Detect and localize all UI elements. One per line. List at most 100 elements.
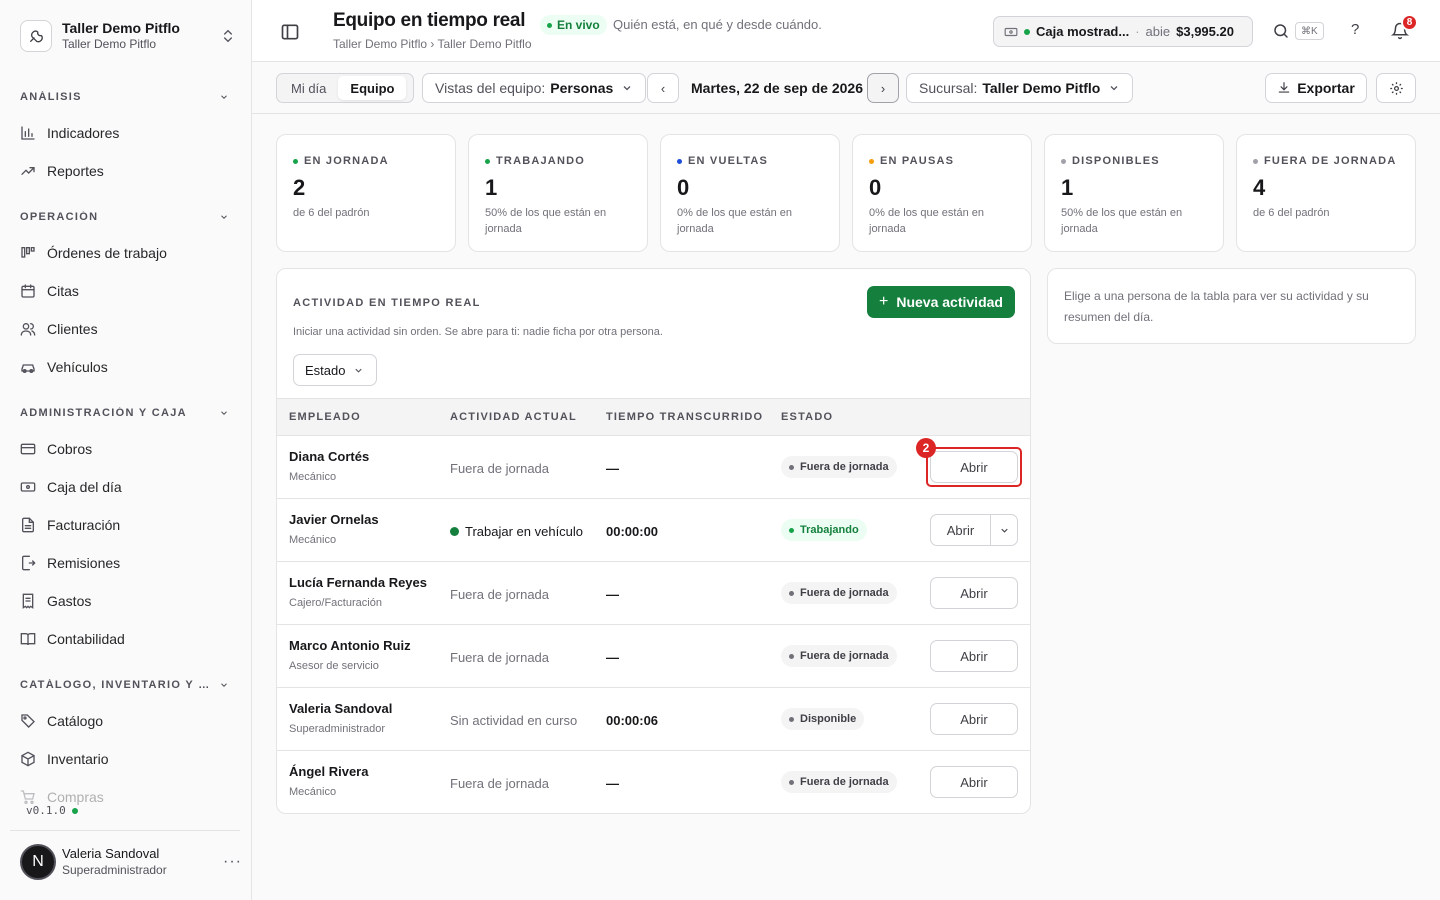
chevron-down-icon [1110, 86, 1118, 91]
employee-role: Mecánico [289, 786, 337, 798]
next-day-button[interactable]: › [867, 73, 899, 103]
detail-empty-text: Elige a una persona de la tabla para ver… [1064, 289, 1369, 324]
sidebar-item-ordenes[interactable]: Órdenes de trabajo [0, 234, 251, 272]
status-dot [869, 158, 874, 164]
chevron-down-icon [355, 368, 363, 373]
nav-section-analisis[interactable]: Análisis [0, 80, 251, 114]
sidebar-toggle-icon[interactable] [280, 22, 300, 42]
sidebar-item-vehiculos[interactable]: Vehículos [0, 348, 251, 386]
elapsed-time: — [606, 776, 619, 791]
table-row[interactable]: Marco Antonio Ruiz Asesor de servicio Fuer… [277, 625, 1030, 688]
sidebar-item-clientes[interactable]: Clientes [0, 310, 251, 348]
employee-name: Marco Antonio Ruiz [289, 638, 411, 653]
current-activity: Fuera de jornada [450, 587, 550, 602]
kanban-icon [21, 247, 35, 258]
sidebar-item-indicadores[interactable]: Indicadores [0, 114, 251, 152]
bar-chart-icon [21, 126, 35, 140]
page-header: Equipo en tiempo real En vivo Quién está… [252, 0, 1440, 62]
open-button[interactable]: Abrir [930, 766, 1018, 798]
gear-icon [1389, 81, 1403, 95]
table-row[interactable]: Lucía Fernanda Reyes Cajero/Facturación Fu… [277, 562, 1030, 625]
branch-select[interactable]: Sucursal: Taller Demo Pitflo [906, 73, 1134, 103]
column-header[interactable]: Tiempo transcurrido [606, 411, 763, 423]
open-button[interactable]: Abrir [931, 515, 991, 545]
open-button[interactable]: Abrir [930, 703, 1018, 735]
download-icon [1278, 82, 1290, 93]
open-button[interactable]: Abrir [930, 451, 1018, 483]
table-row[interactable]: Valeria Sandoval Superadministrador Sin ac… [277, 688, 1030, 751]
cash-register-button[interactable]: Caja mostrad... · abie $3,995.20 [993, 16, 1253, 47]
cash-status-dot [1024, 28, 1030, 35]
user-name: Valeria Sandoval [62, 846, 160, 861]
sidebar-item-remisiones[interactable]: Remisiones [0, 544, 251, 582]
sidebar-item-caja[interactable]: Caja del día [0, 468, 251, 506]
breadcrumb[interactable]: Taller Demo Pitflo › Taller Demo Pitflo [333, 37, 532, 51]
export-button[interactable]: Exportar [1265, 73, 1367, 103]
status-dot [677, 158, 682, 164]
workspace-name: Taller Demo Pitflo [62, 20, 180, 36]
sidebar-item-contabilidad[interactable]: Contabilidad [0, 620, 251, 658]
nav-section-administracion[interactable]: Administración y caja [0, 396, 251, 430]
elapsed-time: — [606, 650, 619, 665]
sidebar-item-inventario[interactable]: Inventario [0, 740, 251, 778]
status-badge: Trabajando [781, 519, 867, 541]
sidebar-item-cobros[interactable]: Cobros [0, 430, 251, 468]
sidebar-item-gastos[interactable]: Gastos [0, 582, 251, 620]
plus-icon: + [879, 293, 889, 310]
sidebar-item-catalogo[interactable]: Catálogo [0, 702, 251, 740]
stat-caption: de 6 del padrón [293, 207, 370, 219]
settings-button[interactable] [1376, 73, 1416, 103]
current-activity: Trabajar en vehículo [450, 524, 583, 539]
sidebar-item-facturacion[interactable]: Facturación [0, 506, 251, 544]
sidebar-item-reportes[interactable]: Reportes [0, 152, 251, 190]
search-icon[interactable] [1272, 22, 1290, 40]
current-activity: Fuera de jornada [450, 776, 550, 791]
table-row[interactable]: Ángel Rivera Mecánico Fuera de jornada — Fue… [277, 751, 1030, 813]
stat-caption: 0% de los que están en jornada [869, 207, 984, 235]
elapsed-time: — [606, 461, 619, 476]
stat-card: En pausas 0 0% de los que están en jornada [852, 134, 1032, 252]
stat-value: 0 [869, 175, 882, 200]
tab-mi-dia[interactable]: Mi día [279, 76, 338, 100]
employee-table: Diana Cortés Mecánico Fuera de jornada — Fue… [277, 436, 1030, 813]
elapsed-time: — [606, 587, 619, 602]
column-header[interactable]: Actividad actual [450, 411, 577, 423]
chevron-down-icon [221, 215, 227, 219]
table-row[interactable]: Diana Cortés Mecánico Fuera de jornada — Fue… [277, 436, 1030, 499]
sidebar-item-citas[interactable]: Citas [0, 272, 251, 310]
stat-label: Trabajando [485, 155, 631, 167]
workspace-switcher[interactable]: Taller Demo Pitflo Taller Demo Pitflo [20, 16, 236, 56]
table-row[interactable]: Javier Ornelas Mecánico Trabajar en vehícu… [277, 499, 1030, 562]
column-header[interactable]: Empleado [289, 411, 361, 423]
employee-role: Cajero/Facturación [289, 597, 382, 609]
help-icon[interactable]: ? [1351, 21, 1359, 38]
open-button[interactable]: Abrir [930, 577, 1018, 609]
user-menu[interactable]: N Valeria Sandoval Superadministrador ··… [20, 842, 242, 882]
page-subtitle: Quién está, en qué y desde cuándo. [613, 17, 822, 32]
tab-equipo[interactable]: Equipo [338, 76, 407, 100]
chevron-down-icon [623, 86, 631, 91]
open-options-button[interactable] [991, 525, 1017, 536]
stat-caption: 0% de los que están en jornada [677, 207, 792, 235]
panel-title: Actividad en tiempo real [293, 297, 481, 309]
new-activity-button[interactable]: + Nueva actividad [867, 286, 1015, 318]
nav-section-operacion[interactable]: Operación [0, 200, 251, 234]
employee-role: Asesor de servicio [289, 660, 379, 672]
cash-amount: $3,995.20 [1176, 24, 1234, 39]
status-badge: Fuera de jornada [781, 645, 897, 667]
tags-icon [21, 714, 35, 728]
chevrons-up-down-icon [224, 29, 232, 43]
status-badge: Fuera de jornada [781, 582, 897, 604]
banknote-icon [20, 482, 36, 492]
stat-label: Disponibles [1061, 155, 1207, 167]
open-button[interactable]: Abrir [930, 640, 1018, 672]
current-date[interactable]: Martes, 22 de sep de 2026 [691, 80, 863, 96]
column-header[interactable]: Estado [781, 411, 833, 423]
team-view-select[interactable]: Vistas del equipo: Personas [422, 73, 647, 103]
nav-section-catalogo[interactable]: Catálogo, inventario y co... [0, 668, 251, 702]
prev-day-button[interactable]: ‹ [647, 73, 679, 103]
more-icon[interactable]: ··· [223, 853, 242, 871]
employee-role: Mecánico [289, 471, 337, 483]
status-filter[interactable]: Estado [293, 354, 377, 386]
chevron-down-icon [1000, 528, 1008, 533]
